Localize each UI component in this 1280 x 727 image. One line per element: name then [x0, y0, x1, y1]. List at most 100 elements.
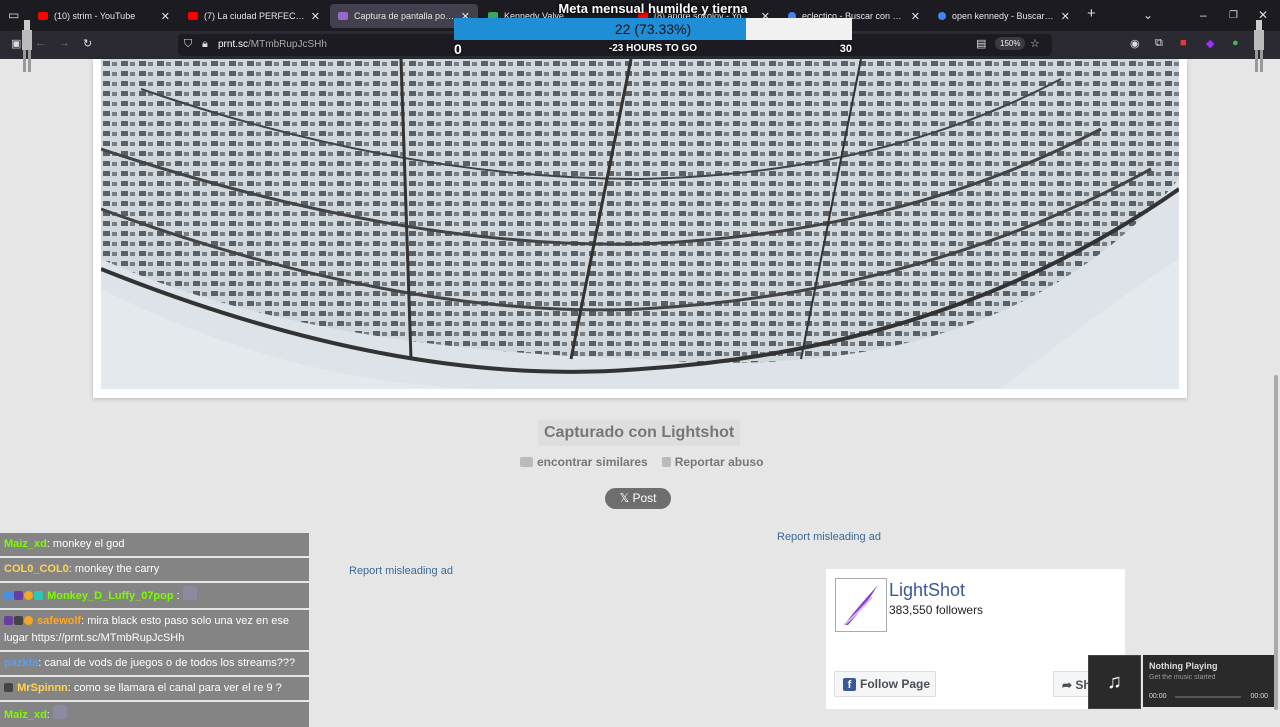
chat-username: safewolf: [37, 615, 82, 627]
music-player-widget: Nothing Playing Get the music started 00…: [1143, 655, 1274, 707]
chat-text: : como se llamara el canal para ver el r…: [67, 682, 282, 694]
captured-with-lightshot: Capturado con Lightshot: [538, 420, 741, 446]
mascot-left-icon: [22, 20, 32, 72]
badge-icon: [4, 616, 13, 625]
tab-open-kennedy[interactable]: open kennedy - Buscar con Google ✕: [930, 4, 1078, 28]
shield-icon[interactable]: ⛉: [184, 38, 192, 51]
badge-icon: [24, 616, 33, 625]
reader-view-icon[interactable]: ▤: [976, 37, 986, 50]
report-abuse-link[interactable]: Reportar abuso: [661, 455, 764, 469]
mascot-right-icon: [1254, 20, 1264, 72]
bookmark-star-icon[interactable]: ☆: [1030, 37, 1040, 50]
chat-username: pazkta: [4, 657, 39, 669]
screenshot-frame: [93, 59, 1187, 398]
goal-max: 30: [839, 43, 852, 55]
youtube-icon: [38, 12, 48, 20]
post-label: Post: [632, 491, 657, 505]
flag-icon: [661, 457, 671, 467]
goal-progress-bar: 22 (73.33%): [454, 18, 852, 40]
minimize-icon[interactable]: –: [1200, 8, 1207, 22]
tab-title: (10) strim - YouTube: [54, 11, 136, 21]
extension-green-icon[interactable]: ●: [1232, 37, 1239, 49]
goal-time-left: -23 HOURS TO GO: [608, 43, 698, 54]
donation-goal-widget: Meta mensual humilde y tierna 22 (73.33%…: [454, 0, 852, 60]
screenshot-image[interactable]: [101, 59, 1179, 389]
report-ad-link-left[interactable]: Report misleading ad: [349, 565, 453, 577]
x-post-button[interactable]: 𝕏 Post: [605, 488, 671, 509]
action-links: encontrar similares Reportar abuso: [520, 455, 763, 469]
chat-text: : monkey el god: [46, 538, 125, 550]
chat-text: :: [173, 590, 180, 602]
music-title: Nothing Playing: [1149, 661, 1218, 671]
chat-message: MrSpinnn: como se llamara el canal para …: [0, 677, 309, 700]
close-tab-icon[interactable]: ✕: [161, 10, 170, 23]
close-tab-icon[interactable]: ✕: [311, 10, 320, 23]
chat-text: :: [46, 709, 50, 721]
camera-icon: [520, 457, 533, 467]
find-similar-label: encontrar similares: [537, 455, 648, 469]
forward-icon[interactable]: →: [59, 37, 70, 49]
extensions-icon[interactable]: ⧉: [1155, 37, 1163, 50]
youtube-icon: [188, 12, 198, 20]
emote-icon: [52, 705, 67, 719]
music-time-start: 00:00: [1149, 693, 1167, 700]
tab-title: (7) La ciudad PERFECTA en CHILE: [204, 11, 305, 21]
back-icon[interactable]: ←: [35, 37, 46, 49]
extension-red-icon[interactable]: ■: [1180, 37, 1187, 49]
lightshot-logo[interactable]: [835, 578, 887, 632]
maximize-icon[interactable]: ❐: [1229, 10, 1238, 21]
facebook-icon: f: [843, 677, 856, 691]
music-time-end: 00:00: [1250, 693, 1268, 700]
find-similar-link[interactable]: encontrar similares: [520, 455, 648, 469]
reload-icon[interactable]: ↻: [83, 37, 92, 50]
chat-username: Maiz_xd: [4, 709, 47, 721]
google-icon: [938, 12, 946, 20]
chat-message: safewolf: mira black esto paso solo una …: [0, 610, 309, 650]
close-tab-icon[interactable]: ✕: [1061, 10, 1070, 23]
extension-purple-icon[interactable]: ◆: [1206, 37, 1214, 50]
share-icon: ➦: [1062, 678, 1073, 692]
page-scrollbar[interactable]: [1274, 375, 1278, 710]
chat-text: : canal de vods de juegos o de todos los…: [38, 657, 296, 669]
zoom-level[interactable]: 150%: [995, 37, 1026, 50]
chat-message: pazkta: canal de vods de juegos o de tod…: [0, 652, 309, 675]
chat-username: Monkey_D_Luffy_07pop: [47, 590, 174, 602]
url-path: /MTmbRupJcSHh: [248, 39, 327, 50]
tab-title: Captura de pantalla por Lightshot: [354, 11, 455, 21]
lock-icon[interactable]: 🔒︎: [202, 38, 208, 51]
tab-strim-youtube[interactable]: (10) strim - YouTube ✕: [30, 4, 178, 28]
stream-chat: Maiz_xd : monkey el god COL0_COL0: monkey…: [0, 533, 309, 727]
url-host: prnt.sc: [218, 39, 249, 50]
account-icon[interactable]: ◉: [1130, 37, 1140, 50]
music-progress-bar: [1175, 696, 1241, 698]
follow-label: Follow Page: [860, 677, 931, 691]
chat-message: Monkey_D_Luffy_07pop :: [0, 583, 309, 608]
tab-title: open kennedy - Buscar con Google: [952, 11, 1055, 21]
goal-progress-label: 22 (73.33%): [614, 21, 692, 37]
fb-page-name[interactable]: LightShot: [889, 580, 965, 601]
badge-icon: [14, 616, 23, 625]
new-tab-icon[interactable]: +: [1087, 5, 1096, 22]
chat-username: COL0_COL0: [4, 563, 69, 575]
tab-ciudad-perfecta[interactable]: (7) La ciudad PERFECTA en CHILE ✕: [180, 4, 328, 28]
x-icon: 𝕏: [619, 491, 630, 505]
url-text[interactable]: prnt.sc/MTmbRupJcSHh: [218, 39, 327, 50]
badge-icon: [34, 591, 43, 600]
follow-page-button[interactable]: f Follow Page: [834, 671, 936, 697]
facebook-page-widget: LightShot 383,550 followers f Follow Page…: [826, 569, 1125, 709]
tab-list-icon[interactable]: ▭: [8, 8, 19, 22]
report-ad-link-right[interactable]: Report misleading ad: [777, 531, 881, 543]
chat-username: MrSpinnn: [17, 682, 68, 694]
chat-message: Maiz_xd:: [0, 702, 309, 727]
close-tab-icon[interactable]: ✕: [911, 10, 920, 23]
report-abuse-label: Reportar abuso: [674, 455, 764, 469]
badge-icon: [4, 591, 13, 600]
goal-title: Meta mensual humilde y tierna: [558, 1, 748, 16]
chevron-down-icon[interactable]: ⌄: [1143, 8, 1153, 22]
badge-icon: [24, 591, 33, 600]
music-note-icon: ♫: [1088, 655, 1141, 709]
chat-text: : monkey the carry: [68, 563, 160, 575]
chat-message: COL0_COL0: monkey the carry: [0, 558, 309, 581]
music-subtitle: Get the music started: [1149, 674, 1216, 681]
lightshot-icon: [338, 12, 348, 20]
